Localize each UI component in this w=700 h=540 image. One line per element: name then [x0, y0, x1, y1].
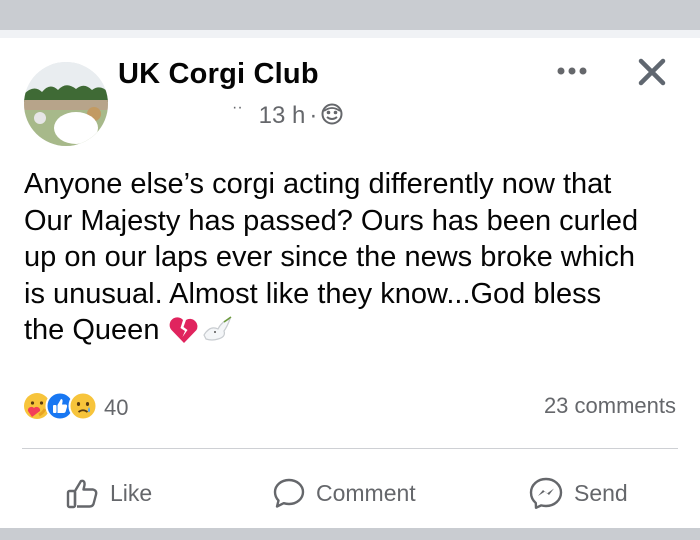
page-avatar[interactable] [24, 62, 108, 146]
top-gap [0, 30, 700, 38]
more-icon [557, 67, 587, 75]
thumbs-up-icon [66, 479, 98, 509]
reaction-count: 40 [104, 395, 129, 420]
page-name[interactable]: UK Corgi Club [118, 58, 319, 91]
post-meta: ·· 13 h · [232, 99, 343, 132]
like-button[interactable]: Like [66, 472, 152, 514]
dove-icon [200, 315, 234, 355]
meta-ticks: ·· [232, 99, 243, 116]
post-timestamp[interactable]: 13 h [259, 102, 306, 130]
close-button[interactable] [630, 52, 674, 92]
comment-count[interactable]: 23 comments [544, 393, 676, 419]
post-text: Anyone else’s corgi acting differently n… [24, 168, 639, 346]
close-icon [638, 58, 666, 86]
globe-icon [321, 103, 343, 130]
meta-separator: · [309, 102, 318, 129]
more-options-button[interactable] [550, 56, 594, 86]
top-bar [0, 0, 700, 30]
reactions-summary[interactable]: 40 [22, 390, 128, 426]
bottom-bar [0, 528, 700, 540]
sad-icon [68, 391, 98, 426]
comment-bubble-icon [273, 478, 305, 508]
send-button[interactable]: Send [528, 472, 628, 514]
like-label: Like [110, 479, 153, 506]
post-body: Anyone else’s corgi acting differently n… [24, 166, 684, 355]
comment-button[interactable]: Comment [272, 472, 416, 514]
messenger-icon [529, 477, 563, 509]
divider [22, 448, 678, 449]
send-label: Send [574, 479, 628, 506]
broken-heart-icon [168, 315, 200, 355]
comment-label: Comment [316, 479, 416, 506]
